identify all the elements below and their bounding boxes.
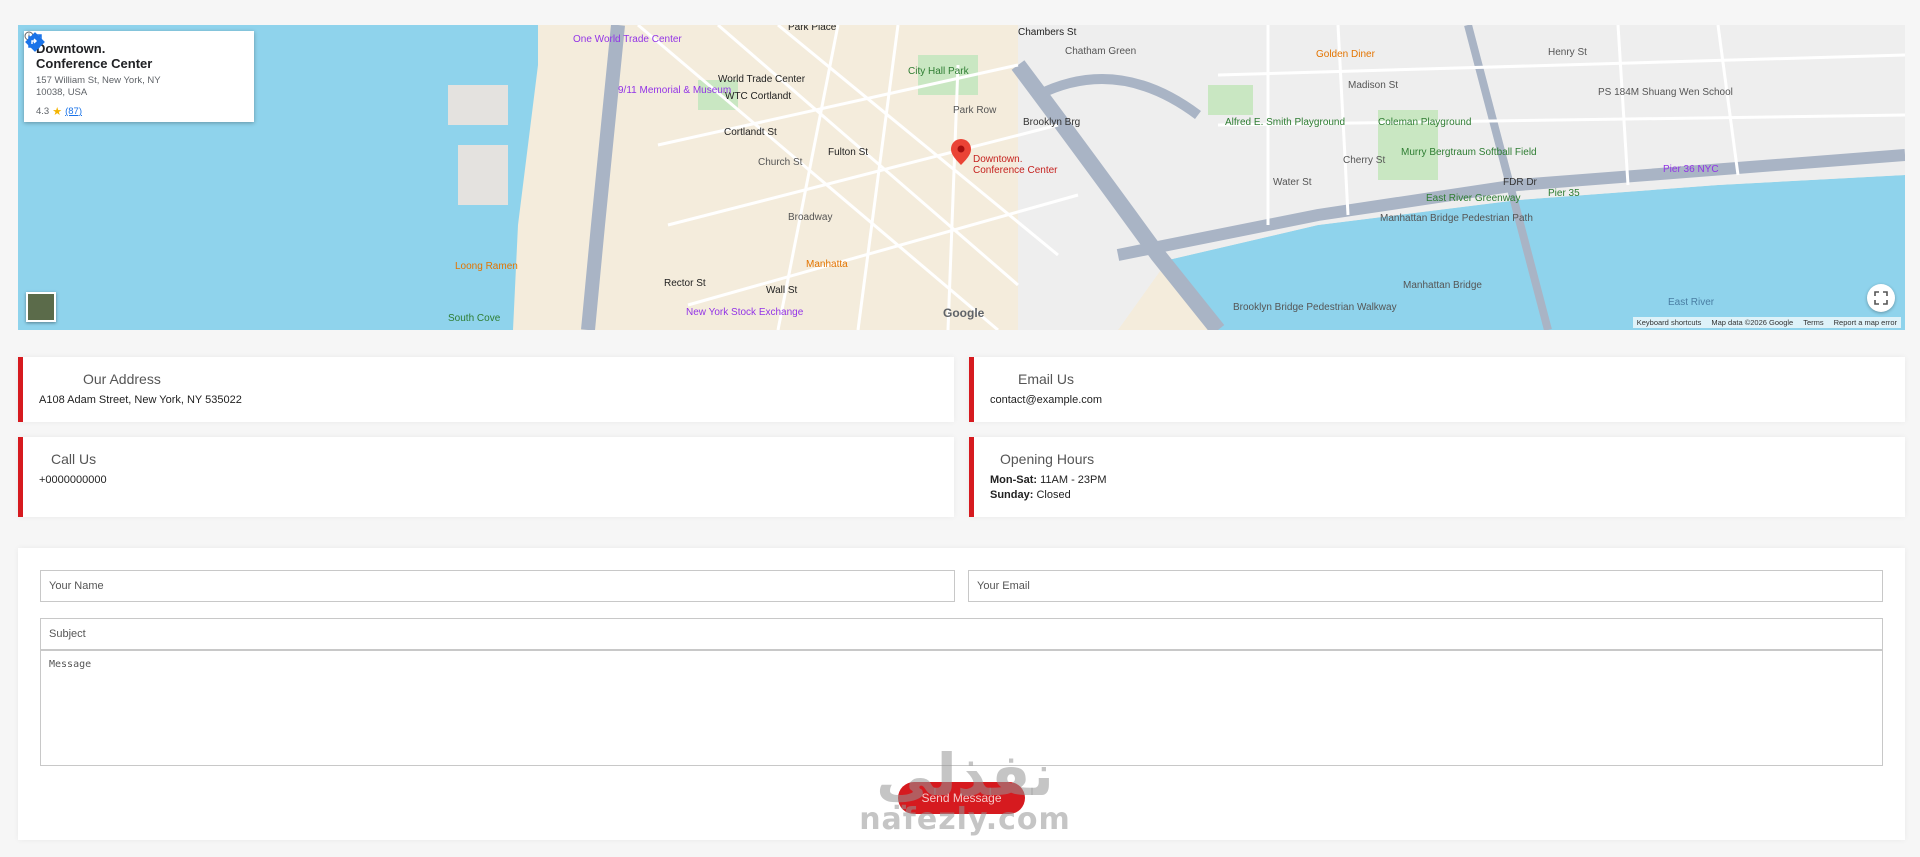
map-label: FDR Dr xyxy=(1503,177,1538,188)
terms-link[interactable]: Terms xyxy=(1803,318,1823,327)
map-label: Coleman Playground xyxy=(1378,117,1471,128)
hours-title: Opening Hours xyxy=(1000,451,1095,467)
hours-sunday: Sunday: Closed xyxy=(990,489,1071,501)
fullscreen-icon xyxy=(1874,291,1888,305)
map-label: Pier 35 xyxy=(1548,188,1580,199)
map-label: South Cove xyxy=(448,313,501,324)
star-icon: ★ xyxy=(52,106,63,118)
report-error-link[interactable]: Report a map error xyxy=(1834,318,1897,327)
call-value: +0000000000 xyxy=(39,474,107,486)
map-label: Park Row xyxy=(953,105,997,116)
map-label: Madison St xyxy=(1348,80,1398,91)
map-label: Chambers St xyxy=(1018,27,1077,38)
map-label: Brooklyn Brg xyxy=(1023,117,1080,128)
map-label: Brooklyn Bridge Pedestrian Walkway xyxy=(1233,302,1397,313)
hours-weekday: Mon-Sat: 11AM - 23PM xyxy=(990,474,1107,486)
map-label: 9/11 Memorial & Museum xyxy=(618,85,731,96)
keyboard-shortcuts-link[interactable]: Keyboard shortcuts xyxy=(1637,318,1702,327)
contact-form: Send Message xyxy=(18,548,1905,840)
place-info-card: Downtown. Conference Center 157 William … xyxy=(24,31,254,122)
map-label: Water St xyxy=(1273,177,1312,188)
satellite-toggle-button[interactable] xyxy=(26,292,56,322)
address-card: Our Address A108 Adam Street, New York, … xyxy=(18,357,954,422)
rating-value: 4.3 xyxy=(36,106,50,117)
map-label: Chatham Green xyxy=(1065,46,1136,57)
address-title: Our Address xyxy=(83,371,161,387)
message-textarea[interactable] xyxy=(40,650,1883,766)
map-label: PS 184M Shuang Wen School xyxy=(1598,87,1733,98)
call-title: Call Us xyxy=(51,451,97,467)
map-label: Rector St xyxy=(664,278,706,289)
map-label: Fulton St xyxy=(828,147,868,158)
map-label: World Trade Center xyxy=(718,74,806,85)
map-label: Murry Bergtraum Softball Field xyxy=(1401,147,1537,158)
email-value: contact@example.com xyxy=(990,394,1103,406)
map-data-credit: Map data ©2026 Google xyxy=(1711,318,1794,327)
place-address: 157 William St, New York, NY 10038, USA xyxy=(36,75,161,98)
map-label: Pier 36 NYC xyxy=(1663,164,1719,175)
map-label: Park Place xyxy=(788,25,837,33)
map-footer: Keyboard shortcuts Map data ©2026 Google… xyxy=(1632,317,1901,328)
pin-label-line2: Conference Center xyxy=(973,165,1058,176)
directions-icon[interactable] xyxy=(24,31,46,53)
map-label: Church St xyxy=(758,157,803,168)
map-label: Golden Diner xyxy=(1316,49,1376,60)
map-label: City Hall Park xyxy=(908,66,970,77)
map-label: Manhatta xyxy=(806,259,848,270)
map-label: One World Trade Center xyxy=(573,34,682,45)
map-label: Manhattan Bridge Pedestrian Path xyxy=(1380,213,1533,224)
address-value: A108 Adam Street, New York, NY 535022 xyxy=(39,394,242,406)
map-label: East River Greenway xyxy=(1426,193,1520,204)
reviews-link[interactable]: (87) xyxy=(65,106,82,117)
map-canvas[interactable]: One World Trade Center World Trade Center… xyxy=(18,25,1905,330)
email-card: Email Us contact@example.com xyxy=(969,357,1905,422)
map-label: Cortlandt St xyxy=(724,127,777,138)
call-card: Call Us +0000000000 xyxy=(18,437,954,517)
fullscreen-button[interactable] xyxy=(1867,284,1895,312)
map-label: Manhattan Bridge xyxy=(1403,280,1482,291)
map-label: Wall St xyxy=(766,285,798,296)
google-logo: Google xyxy=(943,306,985,320)
subject-input[interactable] xyxy=(40,618,1883,650)
hours-card: Opening Hours Mon-Sat: 11AM - 23PM Sunda… xyxy=(969,437,1905,517)
map-label: WTC Cortlandt xyxy=(725,91,791,102)
name-input[interactable] xyxy=(40,570,955,602)
pin-label-line1: Downtown. xyxy=(973,154,1022,165)
map-label: East River xyxy=(1668,297,1715,308)
map-label: Loong Ramen xyxy=(455,261,518,272)
map-embed[interactable]: One World Trade Center World Trade Center… xyxy=(18,25,1905,330)
email-title: Email Us xyxy=(1018,371,1075,387)
email-input[interactable] xyxy=(968,570,1883,602)
place-name: Downtown. Conference Center xyxy=(36,41,153,71)
map-label: New York Stock Exchange xyxy=(686,307,804,318)
map-label: Cherry St xyxy=(1343,155,1385,166)
map-label: Henry St xyxy=(1548,47,1587,58)
place-rating: 4.3 ★ (87) xyxy=(24,31,242,118)
map-label: Alfred E. Smith Playground xyxy=(1225,117,1345,128)
map-label: Broadway xyxy=(788,212,832,223)
send-message-button[interactable]: Send Message xyxy=(898,782,1025,814)
